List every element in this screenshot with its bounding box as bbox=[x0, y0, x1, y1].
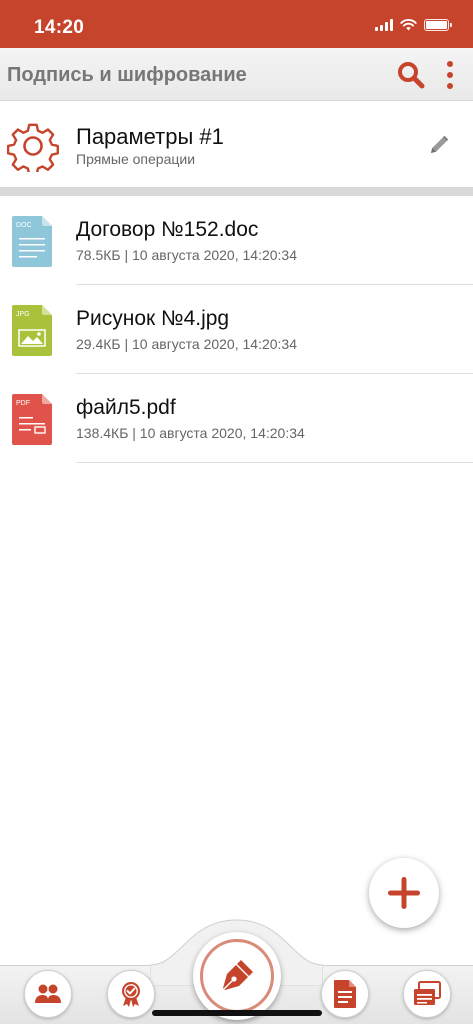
pdf-file-icon: PDF bbox=[12, 394, 52, 445]
plus-icon bbox=[388, 877, 420, 909]
more-menu-button[interactable] bbox=[441, 59, 459, 91]
certificate-icon bbox=[122, 982, 140, 1007]
pencil-icon bbox=[431, 135, 449, 153]
more-vertical-icon bbox=[447, 61, 453, 67]
status-time: 14:20 bbox=[34, 17, 85, 38]
wifi-icon bbox=[400, 19, 417, 31]
status-bar: 14:20 bbox=[0, 0, 473, 48]
edit-profile-button[interactable] bbox=[427, 133, 451, 157]
app-title: Подпись и шифрование bbox=[7, 64, 247, 86]
windows-stack-icon bbox=[414, 981, 441, 1005]
list-divider bbox=[76, 462, 473, 463]
file-type-label: PDF bbox=[16, 400, 30, 407]
file-type-label: JPG bbox=[16, 311, 30, 318]
contacts-button[interactable] bbox=[24, 970, 72, 1018]
file-meta: 29.4КБ | 10 августа 2020, 14:20:34 bbox=[76, 336, 297, 352]
file-item[interactable]: PDF файл5.pdf 138.4КБ | 10 августа 2020,… bbox=[0, 374, 473, 463]
fountain-pen-icon bbox=[223, 960, 253, 990]
status-icons bbox=[375, 19, 452, 31]
add-file-button[interactable] bbox=[369, 858, 439, 928]
profile-title: Параметры #1 bbox=[76, 124, 224, 149]
profile-row[interactable] bbox=[0, 101, 473, 187]
search-button[interactable] bbox=[396, 60, 426, 90]
cellular-signal-icon bbox=[375, 19, 393, 31]
people-icon bbox=[35, 984, 61, 1003]
file-item[interactable]: DOC Договор №152.doc 78.5КБ | 10 августа… bbox=[0, 196, 473, 285]
file-name: Рисунок №4.jpg bbox=[76, 307, 230, 330]
doc-file-icon: DOC bbox=[12, 216, 52, 267]
sign-button[interactable] bbox=[193, 932, 281, 1020]
file-name: файл5.pdf bbox=[76, 396, 176, 419]
file-name: Договор №152.doc bbox=[76, 218, 259, 241]
section-divider bbox=[0, 187, 473, 196]
home-indicator[interactable] bbox=[152, 1010, 322, 1016]
file-meta: 78.5КБ | 10 августа 2020, 14:20:34 bbox=[76, 247, 297, 263]
profile-subtitle: Прямые операции bbox=[76, 151, 196, 167]
document-icon bbox=[334, 980, 356, 1008]
file-item[interactable]: JPG Рисунок №4.jpg 29.4КБ | 10 августа 2… bbox=[0, 285, 473, 374]
search-icon bbox=[398, 62, 425, 89]
certificates-button[interactable] bbox=[107, 970, 155, 1018]
sign-button-ring bbox=[200, 939, 274, 1013]
windows-button[interactable] bbox=[403, 970, 451, 1018]
file-type-label: DOC bbox=[16, 222, 32, 229]
image-file-icon: JPG bbox=[12, 305, 52, 356]
file-meta: 138.4КБ | 10 августа 2020, 14:20:34 bbox=[76, 425, 305, 441]
app-bar: Подпись и шифрование bbox=[0, 48, 473, 101]
documents-button[interactable] bbox=[321, 970, 369, 1018]
gear-icon bbox=[7, 123, 59, 172]
battery-icon bbox=[424, 19, 452, 31]
